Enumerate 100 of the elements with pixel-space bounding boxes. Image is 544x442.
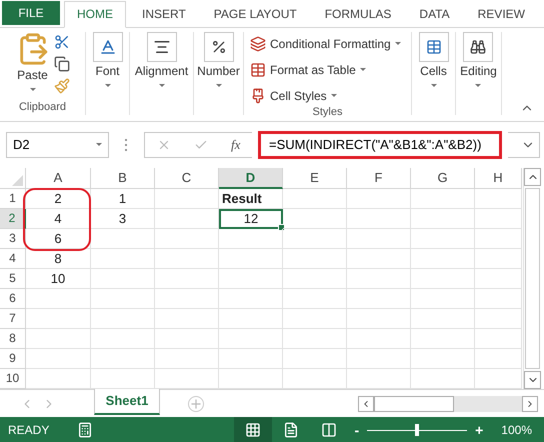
- table-cell[interactable]: 6: [26, 228, 91, 249]
- empty-cell[interactable]: [347, 328, 411, 349]
- empty-cell[interactable]: [219, 248, 283, 269]
- zoom-in-button[interactable]: +: [475, 422, 484, 438]
- empty-cell[interactable]: [411, 348, 475, 369]
- empty-cell[interactable]: [347, 368, 411, 389]
- empty-cell[interactable]: [347, 268, 411, 289]
- row-header[interactable]: 6: [0, 288, 26, 309]
- empty-cell[interactable]: [411, 248, 475, 269]
- table-cell[interactable]: 8: [26, 248, 91, 269]
- scrollbar-thumb[interactable]: [525, 188, 540, 370]
- empty-cell[interactable]: [26, 348, 91, 369]
- empty-cell[interactable]: [347, 348, 411, 369]
- column-header[interactable]: H: [475, 168, 522, 189]
- styles-menu-button[interactable]: Cell Styles: [250, 86, 401, 106]
- empty-cell[interactable]: [283, 248, 347, 269]
- empty-cell[interactable]: [283, 348, 347, 369]
- empty-cell[interactable]: [91, 228, 155, 249]
- empty-cell[interactable]: [219, 368, 283, 389]
- row-header[interactable]: 5: [0, 268, 26, 289]
- empty-cell[interactable]: [475, 348, 522, 369]
- empty-cell[interactable]: [411, 288, 475, 309]
- empty-cell[interactable]: [283, 228, 347, 249]
- empty-cell[interactable]: [91, 328, 155, 349]
- column-header[interactable]: B: [91, 168, 155, 189]
- empty-cell[interactable]: [475, 208, 522, 229]
- empty-cell[interactable]: [347, 248, 411, 269]
- empty-cell[interactable]: [155, 188, 219, 209]
- select-all-corner[interactable]: [0, 168, 26, 189]
- column-header[interactable]: E: [283, 168, 347, 189]
- empty-cell[interactable]: [283, 328, 347, 349]
- empty-cell[interactable]: [411, 188, 475, 209]
- empty-cell[interactable]: [155, 308, 219, 329]
- empty-cell[interactable]: [219, 308, 283, 329]
- ribbon-tab[interactable]: DATA: [407, 0, 462, 27]
- empty-cell[interactable]: [347, 288, 411, 309]
- empty-cell[interactable]: [26, 308, 91, 329]
- empty-cell[interactable]: [219, 288, 283, 309]
- number-button[interactable]: Number: [197, 32, 240, 87]
- ribbon-tab[interactable]: FORMULAS: [312, 0, 404, 27]
- empty-cell[interactable]: [475, 328, 522, 349]
- empty-cell[interactable]: [155, 348, 219, 369]
- empty-cell[interactable]: [411, 368, 475, 389]
- ribbon-tab[interactable]: HOME: [64, 0, 126, 28]
- scroll-right-button[interactable]: [522, 396, 538, 412]
- formula-field[interactable]: =SUM(INDIRECT("A"&B1&":A"&B2)): [258, 130, 502, 159]
- empty-cell[interactable]: [155, 288, 219, 309]
- paintbrush-icon[interactable]: [54, 78, 70, 94]
- row-header[interactable]: 8: [0, 328, 26, 349]
- ribbon-tab[interactable]: REVIEW: [466, 0, 537, 27]
- zoom-slider[interactable]: [365, 424, 470, 436]
- file-tab[interactable]: FILE: [2, 0, 60, 25]
- editing-button[interactable]: Editing: [460, 32, 497, 87]
- empty-cell[interactable]: [283, 308, 347, 329]
- empty-cell[interactable]: [219, 268, 283, 289]
- empty-cell[interactable]: [347, 188, 411, 209]
- empty-cell[interactable]: [155, 248, 219, 269]
- table-cell[interactable]: Result: [219, 188, 283, 209]
- empty-cell[interactable]: [475, 268, 522, 289]
- column-header[interactable]: D: [219, 168, 283, 189]
- name-box[interactable]: D2: [6, 132, 109, 158]
- selected-cell[interactable]: 12: [219, 208, 283, 229]
- empty-cell[interactable]: [475, 368, 522, 389]
- empty-cell[interactable]: [219, 328, 283, 349]
- ribbon-tab[interactable]: PAGE LAYOUT: [202, 0, 309, 27]
- empty-cell[interactable]: [283, 288, 347, 309]
- empty-cell[interactable]: [347, 308, 411, 329]
- empty-cell[interactable]: [26, 328, 91, 349]
- empty-cell[interactable]: [26, 288, 91, 309]
- empty-cell[interactable]: [155, 268, 219, 289]
- empty-cell[interactable]: [155, 208, 219, 229]
- row-header[interactable]: 3: [0, 228, 26, 249]
- row-header[interactable]: 4: [0, 248, 26, 269]
- empty-cell[interactable]: [283, 208, 347, 229]
- empty-cell[interactable]: [283, 368, 347, 389]
- empty-cell[interactable]: [411, 208, 475, 229]
- empty-cell[interactable]: [475, 308, 522, 329]
- empty-cell[interactable]: [283, 188, 347, 209]
- column-header[interactable]: A: [26, 168, 91, 189]
- empty-cell[interactable]: [347, 228, 411, 249]
- table-cell[interactable]: 2: [26, 188, 91, 209]
- alignment-button[interactable]: Alignment: [134, 32, 188, 87]
- empty-cell[interactable]: [91, 308, 155, 329]
- styles-menu-button[interactable]: Conditional Formatting: [250, 34, 401, 54]
- empty-cell[interactable]: [91, 268, 155, 289]
- empty-cell[interactable]: [475, 188, 522, 209]
- table-cell[interactable]: 10: [26, 268, 91, 289]
- empty-cell[interactable]: [219, 228, 283, 249]
- empty-cell[interactable]: [347, 208, 411, 229]
- empty-cell[interactable]: [411, 308, 475, 329]
- scroll-down-button[interactable]: [524, 371, 541, 390]
- table-cell[interactable]: 1: [91, 188, 155, 209]
- empty-cell[interactable]: [26, 368, 91, 389]
- table-cell[interactable]: 4: [26, 208, 91, 229]
- empty-cell[interactable]: [155, 228, 219, 249]
- empty-cell[interactable]: [91, 248, 155, 269]
- add-sheet-icon[interactable]: [189, 396, 203, 411]
- empty-cell[interactable]: [411, 228, 475, 249]
- empty-cell[interactable]: [475, 288, 522, 309]
- slider-thumb[interactable]: [415, 424, 420, 436]
